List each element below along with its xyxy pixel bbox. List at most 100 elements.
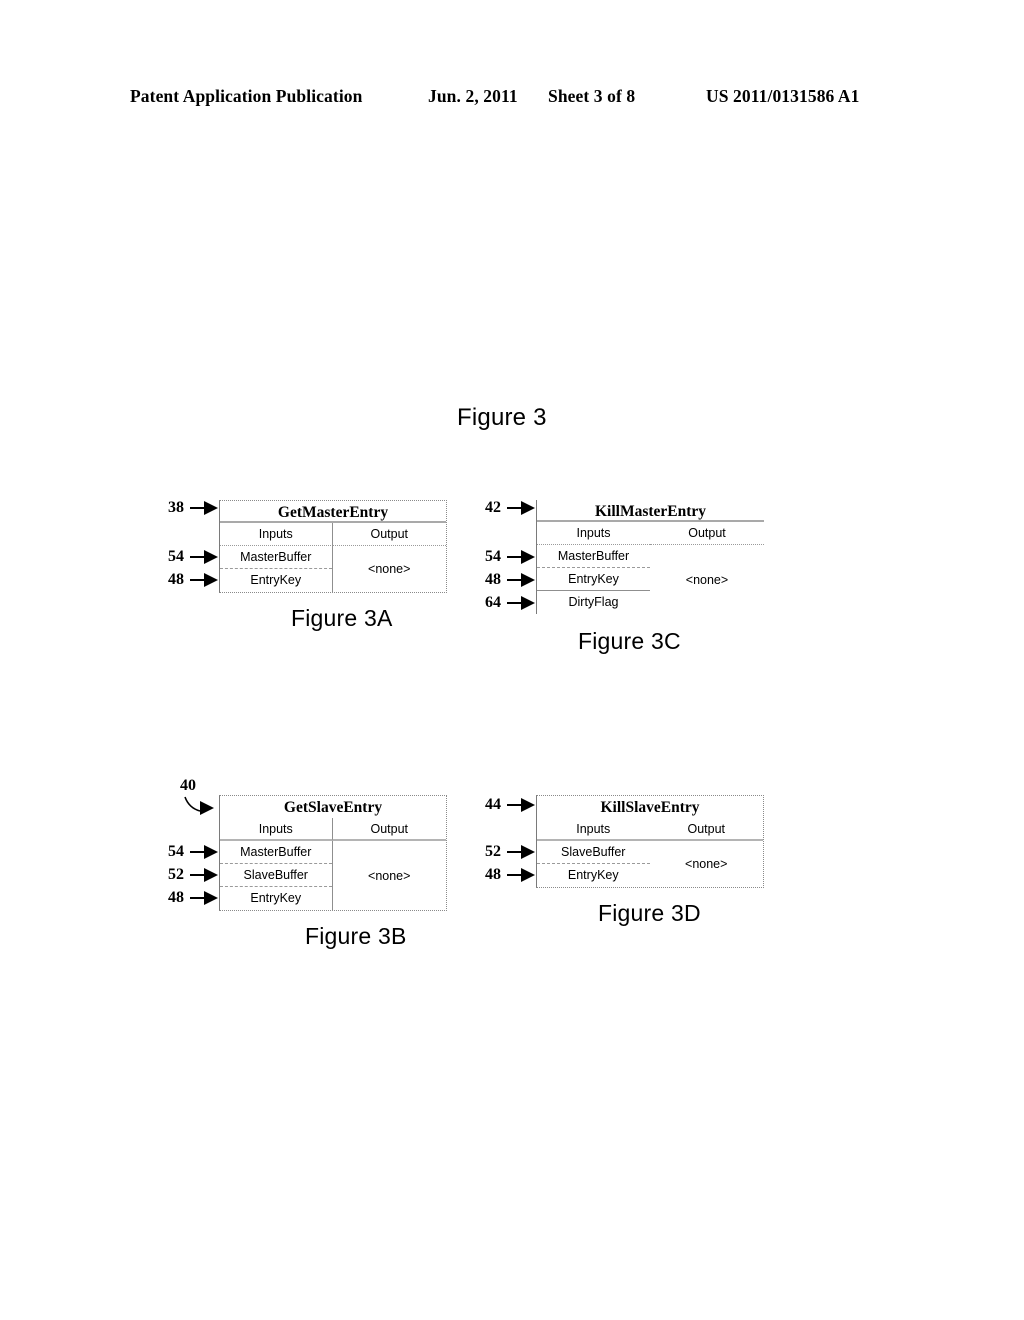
figure-3a-body: MasterBuffer EntryKey <none>	[220, 546, 446, 592]
inputs-column: MasterBuffer SlaveBuffer EntryKey	[220, 841, 333, 910]
leader-line	[190, 874, 204, 876]
ref-callout-54: 54	[168, 548, 218, 566]
arrow-icon	[204, 845, 218, 859]
ref-number: 48	[485, 866, 501, 883]
arrow-icon	[521, 550, 535, 564]
ref-number: 54	[168, 548, 184, 565]
ref-number: 48	[168, 889, 184, 906]
figure-3a-table: GetMasterEntry Inputs Output MasterBuffe…	[219, 500, 447, 593]
arrow-icon	[204, 501, 218, 515]
output-cell: <none>	[685, 857, 728, 871]
ref-callout-48: 48	[485, 571, 535, 589]
arrow-icon	[521, 501, 535, 515]
column-header-output: Output	[649, 818, 763, 841]
ref-callout-54: 54	[168, 843, 218, 861]
arrow-icon	[204, 550, 218, 564]
arrow-icon	[521, 845, 535, 859]
ref-number: 48	[485, 571, 501, 588]
ref-number: 42	[485, 499, 501, 516]
ref-number-40: 40	[180, 777, 196, 794]
ref-number: 44	[485, 796, 501, 813]
arrow-icon	[204, 868, 218, 882]
ref-callout-48: 48	[168, 889, 218, 907]
column-header-row: Inputs Output	[537, 818, 763, 841]
ref-callout-42: 42	[485, 499, 535, 517]
ref-number: 52	[168, 866, 184, 883]
ref-number: 52	[485, 843, 501, 860]
figure-3c-body: MasterBuffer EntryKey DirtyFlag <none>	[537, 545, 764, 614]
figure-3b-title: GetSlaveEntry	[283, 799, 383, 816]
ref-callout-38: 38	[168, 499, 218, 517]
input-row-entrykey: EntryKey	[567, 868, 619, 882]
leader-line	[190, 556, 204, 558]
column-header-inputs: Inputs	[537, 818, 650, 841]
arrow-icon	[521, 798, 535, 812]
input-row-masterbuffer: MasterBuffer	[220, 841, 332, 864]
leader-line	[507, 556, 521, 558]
leader-line	[507, 874, 521, 876]
page-header: Patent Application Publication Jun. 2, 2…	[0, 86, 1024, 112]
header-patent-number: US 2011/0131586 A1	[706, 86, 860, 106]
leader-line	[190, 507, 204, 509]
ref-callout-44: 44	[485, 796, 535, 814]
input-row-entrykey: EntryKey	[250, 573, 302, 587]
figure-3a-caption: Figure 3A	[291, 605, 393, 631]
figure-3d-title: KillSlaveEntry	[600, 799, 700, 816]
input-row-entrykey: EntryKey	[537, 568, 650, 591]
figure-3b-caption: Figure 3B	[305, 923, 407, 949]
figure-3d-body: SlaveBuffer EntryKey <none>	[537, 841, 763, 887]
ref-callout-40	[200, 799, 214, 817]
arrow-icon	[521, 573, 535, 587]
column-header-inputs: Inputs	[220, 818, 333, 841]
inputs-column: MasterBuffer EntryKey DirtyFlag	[537, 545, 650, 614]
figure-3a-title: GetMasterEntry	[220, 501, 446, 523]
ref-number: 54	[485, 548, 501, 565]
column-header-output: Output	[332, 523, 446, 546]
ref-number: 54	[168, 843, 184, 860]
input-row-masterbuffer: MasterBuffer	[220, 546, 332, 569]
ref-callout-52: 52	[168, 866, 218, 884]
figure-3c-table: KillMasterEntry Inputs Output MasterBuff…	[536, 500, 764, 614]
column-header-row: Inputs Output	[220, 818, 446, 841]
column-header-row: Inputs Output	[220, 523, 446, 546]
figure-3c-title: KillMasterEntry	[537, 500, 764, 522]
figure-3d-caption: Figure 3D	[598, 900, 701, 926]
figure-3d-table: KillSlaveEntry Inputs Output SlaveBuffer…	[536, 795, 764, 888]
output-cell: <none>	[685, 572, 729, 587]
leader-line	[190, 851, 204, 853]
main-figure-title: Figure 3	[457, 404, 547, 431]
leader-line	[507, 579, 521, 581]
arrow-icon	[204, 891, 218, 905]
ref-callout-48: 48	[485, 866, 535, 884]
header-date-label: Jun. 2, 2011	[428, 86, 518, 106]
inputs-column: SlaveBuffer EntryKey	[537, 841, 650, 887]
figure-3b-body: MasterBuffer SlaveBuffer EntryKey <none>	[220, 841, 446, 910]
input-row-dirtyflag: DirtyFlag	[568, 595, 619, 609]
leader-line	[507, 804, 521, 806]
ref-number: 38	[168, 499, 184, 516]
column-header-row: Inputs Output	[537, 522, 764, 545]
figure-3c-caption: Figure 3C	[578, 628, 681, 654]
ref-callout-64: 64	[485, 594, 535, 612]
ref-callout-48: 48	[168, 571, 218, 589]
column-header-output: Output	[332, 818, 446, 841]
arrow-icon	[521, 868, 535, 882]
ref-callout-54: 54	[485, 548, 535, 566]
arrow-icon	[204, 573, 218, 587]
ref-callout-52: 52	[485, 843, 535, 861]
header-sheet-label: Sheet 3 of 8	[548, 86, 636, 106]
column-header-inputs: Inputs	[220, 523, 333, 546]
leader-line	[190, 897, 204, 899]
ref-number: 48	[168, 571, 184, 588]
input-row-slavebuffer: SlaveBuffer	[220, 864, 332, 887]
input-row-slavebuffer: SlaveBuffer	[537, 841, 650, 864]
leader-line	[507, 602, 521, 604]
arrow-icon	[521, 596, 535, 610]
leader-line	[190, 579, 204, 581]
header-publication-label: Patent Application Publication	[130, 86, 363, 106]
input-row-entrykey: EntryKey	[250, 891, 302, 905]
leader-line	[507, 507, 521, 509]
ref-number: 64	[485, 594, 501, 611]
figure-3b-table: GetSlaveEntry Inputs Output MasterBuffer…	[219, 795, 447, 911]
output-cell: <none>	[368, 868, 411, 883]
